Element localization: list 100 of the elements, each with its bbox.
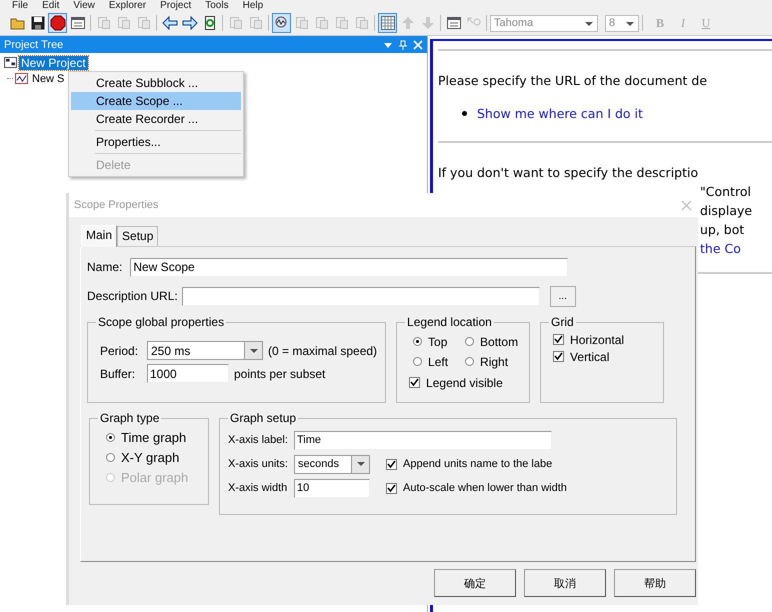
close-icon[interactable] xyxy=(681,200,692,210)
help-link[interactable]: Show me where can I do it xyxy=(477,106,643,121)
radio-button[interactable] xyxy=(465,357,474,366)
x-axis-label-field[interactable]: Time xyxy=(294,430,552,450)
help-text: displaye xyxy=(700,203,752,218)
menu-item[interactable]: Create Scope ... xyxy=(71,92,241,110)
group-title: Graph setup xyxy=(229,411,298,425)
radio-button[interactable] xyxy=(465,337,474,346)
unit-text: points per subset xyxy=(234,366,326,380)
menu-item[interactable]: Edit xyxy=(42,0,60,11)
group-title: Legend location xyxy=(406,315,493,329)
document-icon xyxy=(294,15,310,31)
option-label: Left xyxy=(428,354,448,368)
radio-button[interactable] xyxy=(413,337,422,346)
arrow-up-icon xyxy=(400,15,416,31)
field-label: X-axis width xyxy=(228,482,288,494)
dialog-button[interactable]: 取消 xyxy=(524,569,606,597)
menu-item[interactable]: Create Recorder ... xyxy=(71,110,241,128)
menu-item[interactable]: Tools xyxy=(205,0,229,11)
document-icon xyxy=(354,15,370,31)
field-label: Description URL: xyxy=(87,289,178,303)
menu-item[interactable]: Properties... xyxy=(71,133,241,151)
option-label: Right xyxy=(480,354,508,368)
tree-item[interactable]: New Project xyxy=(19,56,88,70)
help-text: If you don't want to specify the descriptio xyxy=(438,165,700,180)
checkbox[interactable] xyxy=(553,334,564,345)
option-label: Bottom xyxy=(480,334,518,348)
caret-icon xyxy=(626,22,634,26)
font-size-dropdown[interactable]: 8 xyxy=(605,14,639,32)
project-icon xyxy=(4,57,17,68)
period-dropdown[interactable]: 250 ms xyxy=(147,341,263,360)
field-label: X-axis label: xyxy=(228,434,289,446)
field-label: Period: xyxy=(100,344,140,358)
group-title: Scope global properties xyxy=(97,315,226,329)
group-title: Grid xyxy=(550,315,575,329)
menu-item[interactable]: File xyxy=(12,0,28,11)
menu-item[interactable]: Help xyxy=(242,0,264,11)
tree-item[interactable]: New S xyxy=(30,72,66,84)
field-label: X-axis units: xyxy=(228,458,289,470)
help-text: up, bot xyxy=(700,222,744,237)
window-icon xyxy=(446,15,462,31)
caret-icon xyxy=(585,22,593,26)
url-field[interactable] xyxy=(182,286,540,306)
menu-item[interactable]: Explorer xyxy=(108,0,146,11)
toolbar-button[interactable] xyxy=(48,13,67,33)
buffer-field[interactable]: 1000 xyxy=(147,364,229,383)
caret-icon xyxy=(356,462,364,466)
document-icon xyxy=(96,15,112,31)
document-icon xyxy=(334,15,350,31)
radio-button[interactable] xyxy=(413,357,422,366)
radio-button[interactable] xyxy=(106,452,115,462)
radio-button[interactable] xyxy=(106,432,115,442)
menu-item[interactable]: Create Subblock ... xyxy=(71,74,241,92)
option-label: Auto-scale when lower than width xyxy=(403,482,567,494)
panel-title: Project Tree xyxy=(4,38,64,50)
tab[interactable]: Main xyxy=(81,225,118,247)
option-label: X-Y graph xyxy=(121,450,180,464)
option-label: Polar graph xyxy=(121,470,188,484)
option-label: Time graph xyxy=(121,430,186,444)
hint-text: (0 = maximal speed) xyxy=(268,344,378,358)
document-icon xyxy=(314,15,330,31)
checkbox[interactable] xyxy=(553,351,564,362)
menu-item[interactable]: Project xyxy=(160,0,192,11)
dialog-button[interactable]: 确定 xyxy=(434,569,516,597)
option-label: Legend visible xyxy=(426,376,503,390)
tab[interactable]: Setup xyxy=(117,226,158,246)
stop-icon xyxy=(50,15,66,31)
document-icon xyxy=(116,15,132,31)
checkbox[interactable] xyxy=(386,458,397,470)
dialog-button[interactable]: 帮助 xyxy=(614,569,696,597)
checkbox[interactable] xyxy=(386,482,397,494)
arrow-left-icon xyxy=(162,15,178,31)
name-field[interactable]: New Scope xyxy=(130,258,568,276)
arrow-down-icon xyxy=(420,15,436,31)
toolbar-button[interactable] xyxy=(160,13,179,33)
document-icon xyxy=(136,15,152,31)
option-label: Top xyxy=(428,334,448,348)
arrow-right-icon xyxy=(182,15,198,31)
toolbar-button[interactable] xyxy=(180,13,199,33)
option-label: Vertical xyxy=(570,350,610,364)
window-icon xyxy=(70,15,86,31)
pin-icon[interactable] xyxy=(398,40,408,50)
browse-button[interactable]: ... xyxy=(550,286,576,306)
units-dropdown[interactable]: seconds xyxy=(294,454,370,474)
help-link[interactable]: the Co xyxy=(700,241,741,256)
x-axis-width-field[interactable]: 10 xyxy=(294,478,370,498)
toolbar-button[interactable] xyxy=(272,13,291,33)
caret-icon xyxy=(250,348,258,352)
field-label: Buffer: xyxy=(100,366,136,380)
option-label: Horizontal xyxy=(570,332,624,346)
grid-icon xyxy=(380,15,396,31)
window-title: Scope Properties xyxy=(74,199,158,211)
help-text: "Control xyxy=(700,184,751,199)
field-label: Name: xyxy=(87,260,122,274)
menu-item[interactable]: View xyxy=(73,0,95,11)
bullet-icon xyxy=(462,111,467,116)
group-title: Graph type xyxy=(99,411,160,425)
font-dropdown[interactable]: Tahoma xyxy=(490,14,598,32)
checkbox[interactable] xyxy=(409,377,420,388)
help-text: Please specify the URL of the document de xyxy=(438,73,708,88)
